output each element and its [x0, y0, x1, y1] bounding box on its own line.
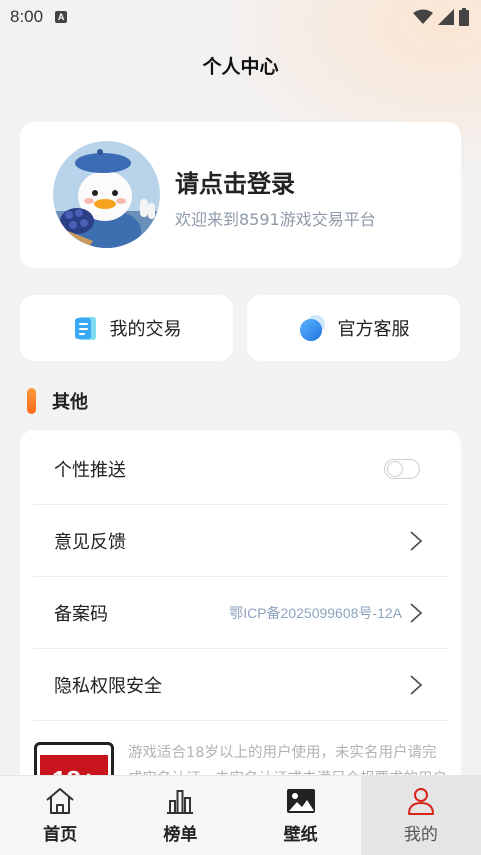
tab-wallpaper-label: 壁纸 — [283, 825, 318, 845]
section-header-other: 其他 — [27, 388, 88, 414]
chevron-right-icon — [410, 674, 423, 695]
duck-avatar-image — [53, 141, 160, 248]
app-notification-icon: A — [55, 11, 68, 23]
battery-icon — [459, 8, 469, 26]
privacy-label: 隐私权限安全 — [54, 675, 162, 697]
status-bar: 8:00 A — [0, 0, 481, 34]
tab-mine-label: 我的 — [403, 825, 438, 845]
section-title: 其他 — [52, 392, 88, 413]
settings-row-push[interactable]: 个性推送 — [33, 433, 448, 505]
chevron-right-icon — [410, 530, 423, 551]
feedback-label: 意见反馈 — [54, 531, 126, 553]
notebook-icon — [74, 317, 96, 340]
my-trades-label: 我的交易 — [109, 319, 182, 340]
duck-avatar[interactable] — [53, 141, 160, 248]
my-trades-button[interactable]: 我的交易 — [20, 295, 233, 361]
filing-value: 鄂ICP备2025099608号-12A — [229, 604, 402, 621]
tab-home-label: 首页 — [43, 825, 78, 845]
bottom-tab-bar: 首页 榜单 壁纸 我的 — [0, 775, 481, 855]
section-accent-bar — [27, 388, 36, 414]
profile-card[interactable]: 请点击登录 欢迎来到8591游戏交易平台 — [20, 122, 461, 268]
tab-ranking[interactable]: 榜单 — [120, 776, 240, 855]
tab-mine[interactable]: 我的 — [360, 776, 481, 855]
home-icon — [46, 788, 74, 814]
wifi-icon — [413, 9, 433, 24]
chevron-right-icon — [410, 602, 423, 623]
push-toggle[interactable] — [384, 458, 420, 479]
tab-ranking-label: 榜单 — [163, 825, 198, 845]
user-icon — [407, 788, 434, 815]
chat-bubble-icon — [299, 315, 325, 341]
settings-row-filing[interactable]: 备案码 鄂ICP备2025099608号-12A — [33, 577, 448, 649]
login-subtitle: 欢迎来到8591游戏交易平台 — [175, 210, 376, 229]
status-time: 8:00 — [10, 7, 44, 26]
signal-icon — [438, 9, 454, 25]
bar-chart-icon — [167, 790, 194, 814]
status-indicators — [413, 8, 469, 26]
tab-wallpaper[interactable]: 壁纸 — [241, 776, 361, 855]
login-title[interactable]: 请点击登录 — [175, 164, 295, 199]
page-title: 个人中心 — [202, 56, 279, 78]
tab-home[interactable]: 首页 — [0, 776, 120, 855]
customer-service-label: 官方客服 — [337, 319, 410, 340]
image-icon — [286, 789, 315, 813]
push-label: 个性推送 — [54, 459, 126, 481]
customer-service-button[interactable]: 官方客服 — [247, 295, 460, 361]
filing-label: 备案码 — [54, 603, 108, 625]
settings-row-privacy[interactable]: 隐私权限安全 — [33, 649, 448, 721]
settings-row-feedback[interactable]: 意见反馈 — [33, 505, 448, 577]
